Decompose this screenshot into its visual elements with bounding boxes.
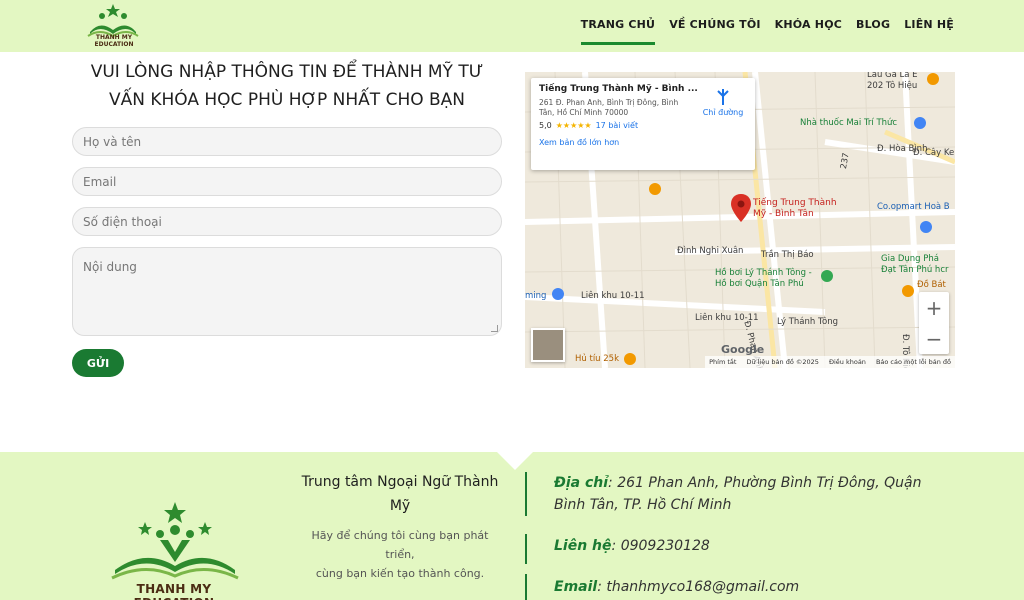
form-title: VUI LÒNG NHẬP THÔNG TIN ĐỂ THÀNH MỸ TƯ V… bbox=[90, 62, 484, 110]
address-label: Địa chỉ bbox=[554, 475, 609, 491]
directions-label: Chỉ đường bbox=[702, 108, 744, 117]
footer-center-title: Trung tâm Ngoại Ngữ Thành Mỹ bbox=[301, 474, 499, 514]
directions-button[interactable]: Chỉ đường bbox=[701, 88, 745, 117]
name-input[interactable]: Họ và tên bbox=[72, 127, 502, 156]
main-nav: TRANG CHỦ VỀ CHÚNG TÔI KHÓA HỌC BLOG LIÊ… bbox=[580, 18, 954, 45]
map-label-tran-thi-bao: Trần Thị Báo bbox=[761, 250, 814, 260]
name-placeholder: Họ và tên bbox=[83, 134, 142, 149]
zoom-in-button[interactable]: + bbox=[919, 292, 949, 323]
nav-home[interactable]: TRANG CHỦ bbox=[580, 18, 656, 45]
place-info-card: Tiếng Trung Thành Mỹ - Bình ... 261 Đ. P… bbox=[531, 78, 755, 170]
email-label: Email bbox=[554, 579, 598, 595]
zoom-out-button[interactable]: − bbox=[919, 323, 949, 354]
star-rating-icon: ★★★★★ bbox=[555, 121, 592, 130]
footer-address: Địa chỉ: 261 Phan Anh, Phường Bình Trị Đ… bbox=[554, 472, 954, 516]
phone-input[interactable]: Số điện thoại bbox=[72, 207, 502, 236]
map-label-dat-tan-phu: Đạt Tân Phú hcr bbox=[881, 265, 949, 275]
nav-blog[interactable]: BLOG bbox=[856, 18, 890, 37]
map-data-credit: Dữ liệu bản đồ ©2025 bbox=[746, 358, 819, 366]
site-header: THANH MY EDUCATION TRANG CHỦ VỀ CHÚNG TÔ… bbox=[0, 0, 1024, 52]
satellite-toggle[interactable] bbox=[531, 328, 565, 362]
email-value[interactable]: : thanhmyco168@gmail.com bbox=[597, 579, 799, 595]
map-label-lau-ga: Lẩu Gà Lá É bbox=[867, 72, 918, 80]
map-label-cay-keo: Đ. Cây Ke bbox=[913, 148, 955, 158]
map-footer: Phím tắt Dữ liệu bản đồ ©2025 Điều khoản… bbox=[705, 356, 955, 368]
phone-label: Liên hệ bbox=[554, 538, 612, 554]
footer-logo-text: THANH MY EDUCATION bbox=[134, 582, 214, 600]
phone-placeholder: Số điện thoại bbox=[83, 214, 162, 229]
shop-marker-icon[interactable] bbox=[551, 287, 565, 301]
email-input[interactable]: Email bbox=[72, 167, 502, 196]
reviews-link[interactable]: 17 bài viết bbox=[596, 121, 638, 130]
content-textarea[interactable]: Nội dung bbox=[72, 247, 502, 336]
restaurant-marker-icon[interactable] bbox=[648, 182, 662, 196]
submit-button[interactable]: GỬI bbox=[72, 349, 124, 377]
map-label-coopmart: Co.opmart Hoà B bbox=[877, 202, 950, 212]
footer-center-text: Hãy để chúng tôi cùng bạn phát triển, cù… bbox=[298, 526, 502, 583]
map-label-ming: ming bbox=[525, 291, 547, 301]
footer-divider bbox=[525, 574, 527, 600]
footer-divider bbox=[525, 472, 527, 516]
embedded-map[interactable]: Tiếng Trung Thành Mỹ - Bình Tân Lẩu Gà L… bbox=[525, 72, 955, 368]
logo-text: THANH MY EDUCATION bbox=[94, 34, 134, 48]
footer-email: Email: thanhmyco168@gmail.com bbox=[554, 576, 954, 598]
place-rating: 5,0 ★★★★★ 17 bài viết bbox=[539, 121, 747, 130]
footer-slogan-2: cùng bạn kiến tạo thành công. bbox=[315, 567, 485, 580]
pin-label[interactable]: Tiếng Trung Thành Mỹ - Bình Tân bbox=[753, 198, 843, 220]
phone-value[interactable]: : 0909230128 bbox=[612, 538, 710, 554]
map-label-nghi-xuan: Đình Nghi Xuân bbox=[677, 246, 744, 256]
address-value: : 261 Phan Anh, Phường Bình Trị Đông, Qu… bbox=[554, 475, 922, 513]
map-label-hu-tiu: Hủ tíu 25k bbox=[575, 354, 620, 364]
restaurant-marker-icon[interactable] bbox=[901, 284, 915, 298]
rating-value: 5,0 bbox=[539, 121, 552, 130]
email-placeholder: Email bbox=[83, 174, 117, 189]
restaurant-marker-icon[interactable] bbox=[623, 352, 637, 366]
map-label-lien-khu-1: Liên khu 10-11 bbox=[581, 291, 645, 301]
terms-link[interactable]: Điều khoản bbox=[829, 358, 866, 366]
pharmacy-marker-icon[interactable] bbox=[913, 116, 927, 130]
nav-about[interactable]: VỀ CHÚNG TÔI bbox=[669, 18, 760, 37]
footer-slogan-1: Hãy để chúng tôi cùng bạn phát triển, bbox=[311, 529, 489, 561]
location-pin-icon[interactable] bbox=[731, 194, 751, 222]
nav-contact[interactable]: LIÊN HỆ bbox=[904, 18, 954, 37]
footer-notch bbox=[497, 452, 533, 470]
map-label-nha-thuoc: Nhà thuốc Mai Trí Thức bbox=[800, 118, 898, 128]
footer-phone: Liên hệ: 0909230128 bbox=[554, 535, 954, 557]
nav-courses[interactable]: KHÓA HỌC bbox=[775, 18, 842, 37]
zoom-controls: + − bbox=[919, 292, 949, 354]
map-label-gia-dung: Gia Dụng Phá bbox=[881, 254, 939, 264]
keyboard-shortcuts-link[interactable]: Phím tắt bbox=[709, 358, 736, 366]
map-label-ly-thanh-tong: Lý Thánh Tông bbox=[777, 317, 839, 327]
google-logo: Google bbox=[721, 343, 765, 356]
report-error-link[interactable]: Báo cáo một lỗi bản đồ bbox=[876, 358, 951, 366]
larger-map-link[interactable]: Xem bản đồ lớn hơn bbox=[539, 138, 747, 147]
map-label-do-bat: Đồ Bát bbox=[917, 280, 946, 290]
place-address: 261 Đ. Phan Anh, Bình Trị Đông, Bình Tân… bbox=[539, 98, 679, 117]
content-placeholder: Nội dung bbox=[83, 260, 137, 274]
restaurant-marker-icon[interactable] bbox=[926, 72, 940, 86]
map-label-to-hieu: 202 Tô Hiệu bbox=[867, 81, 918, 91]
footer-divider bbox=[525, 534, 527, 564]
map-label-ho-boi: Hồ bơi Lý Thánh Tông - Hồ bơi Quận Tân P… bbox=[715, 268, 812, 289]
shop-marker-icon[interactable] bbox=[919, 220, 933, 234]
directions-icon bbox=[717, 89, 729, 105]
resize-grip-icon[interactable] bbox=[491, 325, 498, 332]
